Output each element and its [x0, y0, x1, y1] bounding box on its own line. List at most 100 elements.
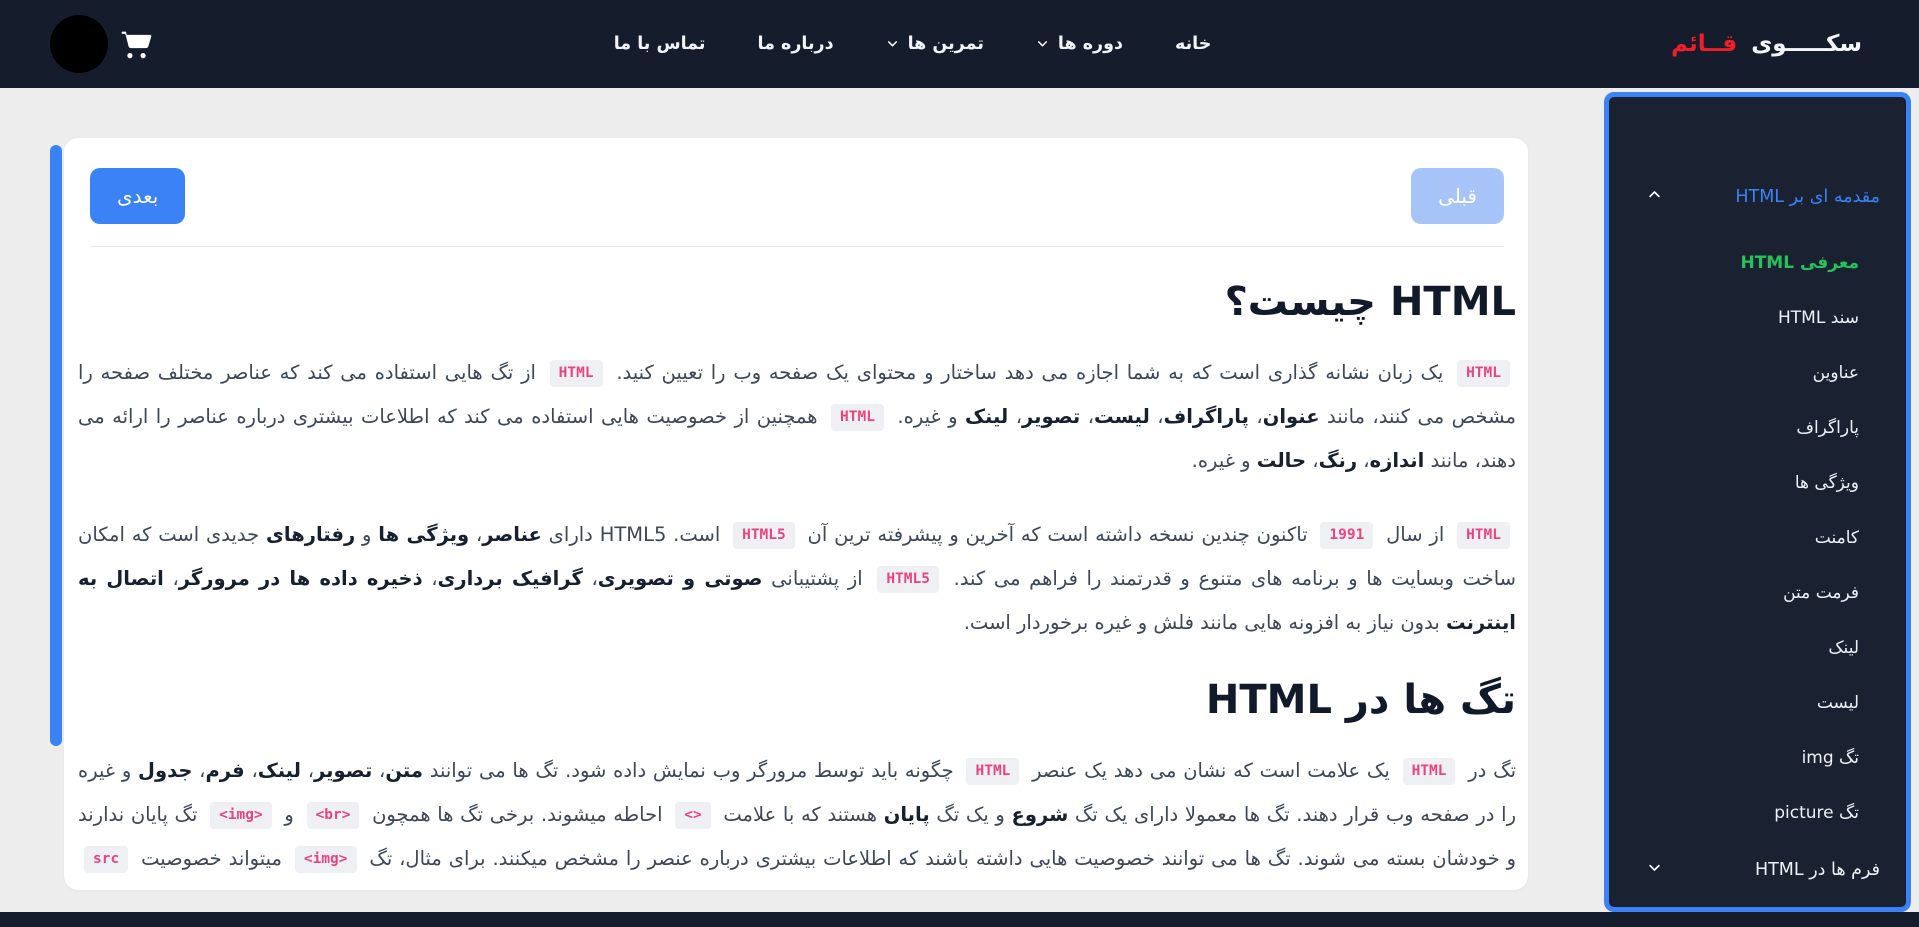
bold-term: تصویر — [314, 759, 373, 782]
bold-term: لینک — [965, 405, 1009, 428]
bold-term: گرافیک برداری — [437, 567, 583, 590]
content-card: قبلی بعدی HTML چیست؟ HTML یک زبان نشانه گ… — [64, 138, 1528, 890]
top-navbar: سکـــــوی قــائم خانه دوره ها تمرین ها دربا… — [0, 0, 1919, 88]
code-badge: HTML5 — [877, 566, 939, 593]
previous-button[interactable]: قبلی — [1411, 168, 1504, 224]
bold-term: ذخیره داده ها در مرورگر — [178, 567, 423, 590]
code-badge: HTML — [1457, 360, 1510, 387]
text-run: از پشتیبانی — [762, 567, 872, 590]
nav-menu: خانه دوره ها تمرین ها درباره ما تماس با ما — [614, 34, 1212, 55]
nav-item-label: خانه — [1174, 34, 1212, 54]
sidebar-item[interactable]: فرمت متن — [1609, 565, 1906, 620]
bold-term: لینک — [257, 759, 301, 782]
bold-term: پایان — [883, 803, 930, 826]
section-heading: تگ ها در HTML — [1205, 677, 1516, 723]
code-badge: <img> — [210, 802, 272, 829]
sidebar-item[interactable]: ویژگی ها — [1609, 455, 1906, 510]
code-badge: <> — [675, 802, 711, 829]
avatar[interactable] — [50, 15, 109, 73]
nav-item-label: دوره ها — [1057, 34, 1123, 54]
text-run: چگونه باید توسط مرورگر وب نمایش داده شود… — [422, 759, 961, 782]
sidebar-item[interactable]: تگ picture — [1609, 785, 1906, 840]
sidebar-item[interactable]: تگ img — [1609, 730, 1906, 785]
sidebar-section-forms-html[interactable]: فرم ها در HTML — [1609, 848, 1906, 892]
chevron-down-icon — [1036, 34, 1049, 55]
text-run: یک علامت است که نشان می دهد یک عنصر — [1025, 759, 1397, 782]
nav-item[interactable]: درباره ما — [758, 34, 834, 54]
sidebar-item[interactable]: لیست — [1609, 675, 1906, 730]
cart-icon[interactable] — [118, 26, 154, 62]
sidebar-section-label: مقدمه ای بر HTML — [1735, 187, 1880, 207]
text-run: ، — [244, 759, 258, 782]
chevron-down-icon — [886, 34, 899, 55]
bold-term: حالت — [1256, 449, 1307, 472]
nav-item[interactable]: تمرین ها — [886, 34, 984, 55]
nav-item[interactable]: دوره ها — [1036, 34, 1123, 55]
bold-term: شروع — [1011, 803, 1069, 826]
chevron-down-icon — [1647, 860, 1662, 880]
lesson-paragraph: HTML از سال 1991 تاکنون چندین نسخه داشته… — [78, 513, 1516, 645]
chevron-up-icon — [1647, 187, 1662, 207]
logo-text-accent: قــائم — [1671, 31, 1738, 57]
bold-term: عنوان — [1262, 405, 1320, 428]
sidebar-section-intro-html[interactable]: مقدمه ای بر HTML — [1609, 175, 1906, 219]
bold-term: ویژگی ها — [378, 523, 470, 546]
text-run: ، — [1306, 449, 1319, 472]
bold-term: پاراگراف — [1163, 405, 1249, 428]
code-badge: 1991 — [1320, 522, 1374, 549]
sidebar-items: معرفی HTML سند HTML عناوین پاراگراف ویژگی ها… — [1609, 235, 1906, 840]
text-run: میتواند خصوصیت — [134, 847, 289, 870]
text-run: ، — [582, 567, 598, 590]
bold-term: فرم — [205, 759, 245, 782]
code-badge: HTML — [549, 360, 603, 387]
code-badge: HTML — [1457, 522, 1510, 549]
sidebar-item[interactable]: سند HTML — [1609, 290, 1906, 345]
text-run: هستند که با علامت — [716, 803, 884, 826]
bold-term: رفتارهای — [266, 523, 356, 546]
bold-term: جدول — [138, 759, 193, 782]
sidebar-item[interactable]: لینک — [1609, 620, 1906, 675]
bold-term: اندازه — [1369, 449, 1425, 472]
section-heading: HTML چیست؟ — [1224, 279, 1516, 325]
nav-item-label: تمرین ها — [907, 34, 984, 54]
bold-term: لیست — [1094, 405, 1150, 428]
sidebar: مقدمه ای بر HTML معرفی HTML سند HTML عناوی… — [1604, 92, 1911, 912]
text-run: ، — [1149, 405, 1164, 428]
logo-text-primary: سکـــــوی — [1751, 31, 1862, 57]
code-badge: <br> — [306, 802, 360, 829]
text-run: ، — [1080, 405, 1095, 428]
code-badge: HTML5 — [733, 522, 795, 549]
lesson-paragraph: HTML یک زبان نشانه گذاری است که به شما ا… — [78, 351, 1516, 483]
text-run: و غیره. — [889, 405, 966, 428]
header-icons — [50, 15, 154, 73]
text-run: ، — [300, 759, 315, 782]
bold-term: رنگ — [1318, 449, 1358, 472]
text-run: و — [277, 803, 301, 826]
site-logo[interactable]: سکـــــوی قــائم — [1671, 31, 1862, 57]
sidebar-item[interactable]: معرفی HTML — [1609, 235, 1906, 290]
text-run: ، — [469, 523, 483, 546]
nav-item[interactable]: تماس با ما — [614, 34, 706, 54]
text-run: ، — [192, 759, 206, 782]
text-run: ، — [1008, 405, 1023, 428]
sidebar-item[interactable]: پاراگراف — [1609, 400, 1906, 455]
text-run: ، — [372, 759, 386, 782]
text-run: از سال — [1379, 523, 1452, 546]
bold-term: متن — [385, 759, 423, 782]
sidebar-item[interactable]: عناوین — [1609, 345, 1906, 400]
nav-item[interactable]: خانه — [1175, 34, 1211, 54]
pager: قبلی بعدی — [78, 168, 1516, 224]
sidebar-section-label: فرم ها در HTML — [1754, 860, 1880, 880]
text-run: تاکنون چندین نسخه داشته است که آخرین و پ… — [800, 523, 1315, 546]
lesson-paragraph: تگ در HTML یک علامت است که نشان می دهد ی… — [78, 749, 1516, 890]
lesson-content: HTML چیست؟ HTML یک زبان نشانه گذاری است ک… — [78, 277, 1516, 890]
bold-term: عناصر — [482, 523, 542, 546]
bold-term: تصویر — [1022, 405, 1081, 428]
code-badge: HTML — [1402, 758, 1456, 785]
next-button[interactable]: بعدی — [90, 168, 186, 224]
content-scrollbar[interactable] — [50, 145, 62, 746]
sidebar-item[interactable]: کامنت — [1609, 510, 1906, 565]
code-badge: HTML — [831, 404, 884, 431]
code-badge: <img> — [294, 846, 357, 873]
text-run: یک زبان نشانه گذاری است که به شما اجازه … — [608, 361, 1452, 384]
